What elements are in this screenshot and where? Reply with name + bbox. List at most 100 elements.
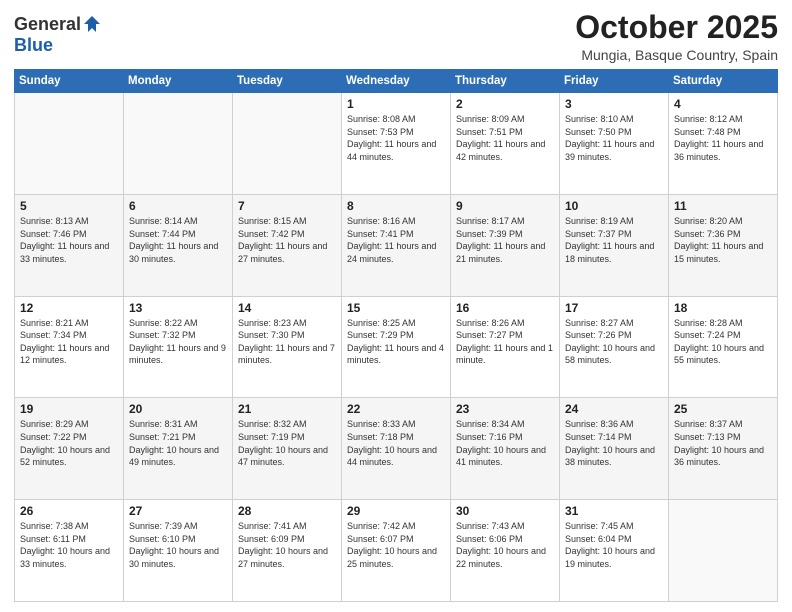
day-number: 15 [347,301,445,315]
day-cell: 20Sunrise: 8:31 AMSunset: 7:21 PMDayligh… [124,398,233,500]
day-info: Sunrise: 8:10 AMSunset: 7:50 PMDaylight:… [565,113,663,163]
day-info: Sunrise: 8:27 AMSunset: 7:26 PMDaylight:… [565,317,663,367]
day-number: 23 [456,402,554,416]
day-number: 29 [347,504,445,518]
day-number: 18 [674,301,772,315]
day-number: 8 [347,199,445,213]
day-cell: 29Sunrise: 7:42 AMSunset: 6:07 PMDayligh… [342,500,451,602]
day-cell: 17Sunrise: 8:27 AMSunset: 7:26 PMDayligh… [560,296,669,398]
day-cell: 31 Sunrise: 7:45 AMSunset: 6:04 PMDayligh… [560,500,669,602]
day-cell: 8 Sunrise: 8:16 AMSunset: 7:41 PMDaylight… [342,194,451,296]
day-info: Sunrise: 8:15 AMSunset: 7:42 PMDaylight:… [238,215,336,265]
day-info: Sunrise: 8:25 AMSunset: 7:29 PMDaylight:… [347,317,445,367]
day-cell: 5 Sunrise: 8:13 AMSunset: 7:46 PMDaylight… [15,194,124,296]
day-cell: 30 Sunrise: 7:43 AMSunset: 6:06 PMDayligh… [451,500,560,602]
calendar-table: Sunday Monday Tuesday Wednesday Thursday… [14,69,778,602]
day-number: 21 [238,402,336,416]
day-info: Sunrise: 8:20 AMSunset: 7:36 PMDaylight:… [674,215,772,265]
day-info: Sunrise: 7:39 AMSunset: 6:10 PMDaylight:… [129,520,227,570]
day-info: Sunrise: 8:28 AMSunset: 7:24 PMDaylight:… [674,317,772,367]
day-cell [669,500,778,602]
day-number: 10 [565,199,663,213]
day-number: 1 [347,97,445,111]
day-info: Sunrise: 8:09 AMSunset: 7:51 PMDaylight:… [456,113,554,163]
header-monday: Monday [124,70,233,93]
day-cell: 22 Sunrise: 8:33 AMSunset: 7:18 PMDayligh… [342,398,451,500]
day-number: 3 [565,97,663,111]
day-info: Sunrise: 8:17 AMSunset: 7:39 PMDaylight:… [456,215,554,265]
weekday-header-row: Sunday Monday Tuesday Wednesday Thursday… [15,70,778,93]
day-info: Sunrise: 8:13 AMSunset: 7:46 PMDaylight:… [20,215,118,265]
day-info: Sunrise: 8:34 AMSunset: 7:16 PMDaylight:… [456,418,554,468]
day-info: Sunrise: 8:29 AMSunset: 7:22 PMDaylight:… [20,418,118,468]
day-cell: 25 Sunrise: 8:37 AMSunset: 7:13 PMDayligh… [669,398,778,500]
day-cell: 1 Sunrise: 8:08 AMSunset: 7:53 PMDaylight… [342,93,451,195]
day-cell [233,93,342,195]
day-info: Sunrise: 8:22 AMSunset: 7:32 PMDaylight:… [129,317,227,367]
day-info: Sunrise: 8:36 AMSunset: 7:14 PMDaylight:… [565,418,663,468]
day-cell: 16Sunrise: 8:26 AMSunset: 7:27 PMDayligh… [451,296,560,398]
day-cell: 9 Sunrise: 8:17 AMSunset: 7:39 PMDaylight… [451,194,560,296]
day-cell: 21 Sunrise: 8:32 AMSunset: 7:19 PMDayligh… [233,398,342,500]
day-number: 28 [238,504,336,518]
day-cell: 28 Sunrise: 7:41 AMSunset: 6:09 PMDayligh… [233,500,342,602]
header-saturday: Saturday [669,70,778,93]
week-row-0: 1 Sunrise: 8:08 AMSunset: 7:53 PMDaylight… [15,93,778,195]
day-number: 22 [347,402,445,416]
day-number: 30 [456,504,554,518]
day-number: 11 [674,199,772,213]
day-info: Sunrise: 8:08 AMSunset: 7:53 PMDaylight:… [347,113,445,163]
day-number: 4 [674,97,772,111]
day-info: Sunrise: 8:33 AMSunset: 7:18 PMDaylight:… [347,418,445,468]
header-wednesday: Wednesday [342,70,451,93]
day-cell: 13Sunrise: 8:22 AMSunset: 7:32 PMDayligh… [124,296,233,398]
day-number: 26 [20,504,118,518]
day-cell: 23 Sunrise: 8:34 AMSunset: 7:16 PMDayligh… [451,398,560,500]
day-info: Sunrise: 8:12 AMSunset: 7:48 PMDaylight:… [674,113,772,163]
day-cell [15,93,124,195]
day-cell: 26Sunrise: 7:38 AMSunset: 6:11 PMDayligh… [15,500,124,602]
day-number: 19 [20,402,118,416]
location-subtitle: Mungia, Basque Country, Spain [575,47,778,63]
logo-icon [82,14,102,34]
day-cell: 6 Sunrise: 8:14 AMSunset: 7:44 PMDaylight… [124,194,233,296]
day-cell: 27 Sunrise: 7:39 AMSunset: 6:10 PMDayligh… [124,500,233,602]
day-number: 24 [565,402,663,416]
header-sunday: Sunday [15,70,124,93]
day-info: Sunrise: 8:37 AMSunset: 7:13 PMDaylight:… [674,418,772,468]
day-info: Sunrise: 7:43 AMSunset: 6:06 PMDaylight:… [456,520,554,570]
day-info: Sunrise: 8:21 AMSunset: 7:34 PMDaylight:… [20,317,118,367]
day-number: 5 [20,199,118,213]
day-number: 27 [129,504,227,518]
logo-blue: Blue [14,35,102,56]
day-cell: 4 Sunrise: 8:12 AMSunset: 7:48 PMDaylight… [669,93,778,195]
day-cell [124,93,233,195]
day-cell: 24 Sunrise: 8:36 AMSunset: 7:14 PMDayligh… [560,398,669,500]
day-cell: 12Sunrise: 8:21 AMSunset: 7:34 PMDayligh… [15,296,124,398]
day-number: 9 [456,199,554,213]
day-info: Sunrise: 7:41 AMSunset: 6:09 PMDaylight:… [238,520,336,570]
day-info: Sunrise: 8:23 AMSunset: 7:30 PMDaylight:… [238,317,336,367]
day-number: 2 [456,97,554,111]
day-info: Sunrise: 8:16 AMSunset: 7:41 PMDaylight:… [347,215,445,265]
day-number: 31 [565,504,663,518]
day-cell: 2 Sunrise: 8:09 AMSunset: 7:51 PMDaylight… [451,93,560,195]
day-cell: 7Sunrise: 8:15 AMSunset: 7:42 PMDaylight… [233,194,342,296]
header-friday: Friday [560,70,669,93]
day-cell: 19 Sunrise: 8:29 AMSunset: 7:22 PMDayligh… [15,398,124,500]
day-number: 6 [129,199,227,213]
day-info: Sunrise: 8:31 AMSunset: 7:21 PMDaylight:… [129,418,227,468]
logo-general: General [14,14,81,35]
day-info: Sunrise: 8:14 AMSunset: 7:44 PMDaylight:… [129,215,227,265]
day-number: 25 [674,402,772,416]
header: General Blue October 2025 Mungia, Basque… [14,10,778,63]
day-number: 16 [456,301,554,315]
week-row-2: 12Sunrise: 8:21 AMSunset: 7:34 PMDayligh… [15,296,778,398]
month-title: October 2025 [575,10,778,45]
week-row-4: 26Sunrise: 7:38 AMSunset: 6:11 PMDayligh… [15,500,778,602]
day-info: Sunrise: 8:32 AMSunset: 7:19 PMDaylight:… [238,418,336,468]
day-info: Sunrise: 7:45 AMSunset: 6:04 PMDaylight:… [565,520,663,570]
day-cell: 10Sunrise: 8:19 AMSunset: 7:37 PMDayligh… [560,194,669,296]
day-cell: 11 Sunrise: 8:20 AMSunset: 7:36 PMDayligh… [669,194,778,296]
page: General Blue October 2025 Mungia, Basque… [0,0,792,612]
